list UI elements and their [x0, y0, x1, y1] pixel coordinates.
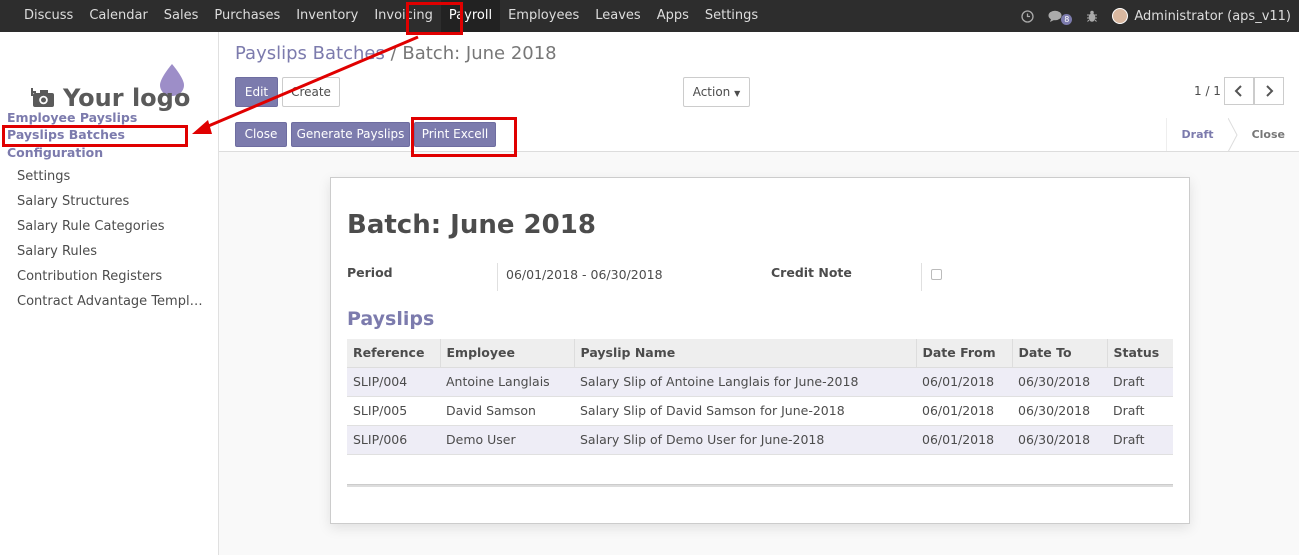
form-sheet: Batch: June 2018 Period 06/01/2018 - 06/…: [330, 177, 1190, 524]
annotation-box-payroll: [406, 2, 463, 35]
field-divider: [921, 263, 922, 291]
column-date-from[interactable]: Date From: [916, 339, 1013, 368]
table-row[interactable]: SLIP/004 Antoine Langlais Salary Slip of…: [347, 367, 1173, 397]
cell-payslip-name: Salary Slip of Antoine Langlais for June…: [574, 367, 916, 397]
field-divider: [497, 263, 498, 291]
breadcrumb-current: Batch: June 2018: [402, 43, 557, 64]
user-menu[interactable]: Administrator (aps_v11): [1112, 8, 1291, 24]
status-draft: Draft: [1181, 128, 1214, 141]
column-reference[interactable]: Reference: [347, 339, 441, 368]
sidebar-item-employee-payslips[interactable]: Employee Payslips: [7, 110, 137, 125]
breadcrumb-parent[interactable]: Payslips Batches: [235, 43, 385, 64]
messages-badge: 8: [1061, 13, 1073, 25]
menu-calendar[interactable]: Calendar: [81, 0, 155, 32]
credit-note-label: Credit Note: [771, 265, 852, 280]
cell-payslip-name: Salary Slip of Demo User for June-2018: [574, 425, 916, 455]
status-divider: [1165, 118, 1167, 152]
pager-value[interactable]: 1 / 1: [1194, 84, 1221, 98]
column-payslip-name[interactable]: Payslip Name: [574, 339, 917, 368]
user-name: Administrator (aps_v11): [1134, 8, 1291, 24]
sidebar: Your logo Employee Payslips Payslips Bat…: [0, 32, 219, 555]
sidebar-item-salary-rule-categories[interactable]: Salary Rule Categories: [17, 219, 164, 234]
table-row[interactable]: SLIP/005 David Samson Salary Slip of Dav…: [347, 396, 1173, 426]
systray: 8 Administrator (aps_v11): [1021, 0, 1291, 32]
annotation-box-print-excel: [411, 117, 517, 157]
pager-next-button[interactable]: [1254, 77, 1284, 105]
caret-down-icon: ▼: [734, 89, 741, 98]
close-batch-button[interactable]: Close: [235, 122, 287, 147]
cell-date-to: 06/30/2018: [1012, 396, 1107, 426]
breadcrumb-separator: /: [390, 43, 397, 64]
page-title: Batch: June 2018: [347, 210, 596, 240]
cell-date-from: 06/01/2018: [916, 425, 1012, 455]
cell-date-from: 06/01/2018: [916, 367, 1012, 397]
generate-payslips-button[interactable]: Generate Payslips: [291, 122, 410, 147]
payslips-table: Reference Employee Payslip Name Date Fro…: [347, 339, 1173, 455]
sidebar-item-contract-advantage-templates[interactable]: Contract Advantage Templ…: [17, 294, 203, 309]
annotation-box-payslips-batches: [2, 125, 188, 147]
table-footer: [347, 484, 1173, 487]
debug-bug-icon[interactable]: [1086, 10, 1098, 23]
cell-reference: SLIP/005: [347, 396, 440, 426]
cell-employee: Demo User: [440, 425, 574, 455]
menu-discuss[interactable]: Discuss: [16, 0, 81, 32]
status-bar: Draft Close: [1165, 118, 1299, 152]
avatar: [1112, 8, 1129, 24]
cell-payslip-name: Salary Slip of David Samson for June-201…: [574, 396, 916, 426]
payslips-section-title: Payslips: [347, 308, 435, 330]
cell-reference: SLIP/006: [347, 425, 440, 455]
breadcrumb: Payslips Batches / Batch: June 2018: [235, 43, 557, 64]
sidebar-item-salary-structures[interactable]: Salary Structures: [17, 194, 129, 209]
cell-date-to: 06/30/2018: [1012, 425, 1107, 455]
menu-sales[interactable]: Sales: [156, 0, 207, 32]
pager-previous-button[interactable]: [1224, 77, 1254, 105]
cell-date-from: 06/01/2018: [916, 396, 1012, 426]
menu-leaves[interactable]: Leaves: [587, 0, 648, 32]
camera-icon: [31, 88, 54, 107]
sidebar-item-configuration[interactable]: Configuration: [7, 145, 103, 160]
menu-purchases[interactable]: Purchases: [206, 0, 288, 32]
clock-icon[interactable]: [1021, 9, 1034, 23]
status-arrow: [1227, 118, 1238, 152]
sidebar-item-contribution-registers[interactable]: Contribution Registers: [17, 269, 162, 284]
company-logo: Your logo: [31, 84, 190, 112]
sidebar-item-salary-rules[interactable]: Salary Rules: [17, 244, 97, 259]
period-value: 06/01/2018 - 06/30/2018: [506, 267, 663, 282]
menu-settings[interactable]: Settings: [697, 0, 766, 32]
create-button[interactable]: Create: [282, 77, 340, 107]
app-menu: Discuss Calendar Sales Purchases Invento…: [16, 0, 766, 32]
period-label: Period: [347, 265, 393, 280]
edit-button[interactable]: Edit: [235, 77, 278, 107]
menu-apps[interactable]: Apps: [649, 0, 697, 32]
top-navbar: Discuss Calendar Sales Purchases Invento…: [0, 0, 1299, 32]
menu-employees[interactable]: Employees: [500, 0, 587, 32]
chevron-left-icon: [1234, 85, 1242, 97]
logo-text: Your logo: [63, 84, 191, 112]
table-header-row: Reference Employee Payslip Name Date Fro…: [347, 339, 1173, 368]
cell-employee: David Samson: [440, 396, 574, 426]
cell-status: Draft: [1107, 396, 1173, 426]
status-close[interactable]: Close: [1238, 118, 1299, 152]
cell-employee: Antoine Langlais: [440, 367, 574, 397]
action-label: Action: [692, 85, 731, 99]
chat-icon[interactable]: 8: [1048, 8, 1073, 25]
credit-note-checkbox[interactable]: [931, 269, 942, 280]
sidebar-item-settings[interactable]: Settings: [17, 169, 70, 184]
cell-date-to: 06/30/2018: [1012, 367, 1107, 397]
action-dropdown[interactable]: Action ▼: [683, 77, 750, 107]
menu-inventory[interactable]: Inventory: [288, 0, 366, 32]
column-employee[interactable]: Employee: [440, 339, 575, 368]
table-row[interactable]: SLIP/006 Demo User Salary Slip of Demo U…: [347, 425, 1173, 455]
chevron-right-icon: [1266, 85, 1274, 97]
cell-status: Draft: [1107, 425, 1173, 455]
cell-status: Draft: [1107, 367, 1173, 397]
cell-reference: SLIP/004: [347, 367, 440, 397]
column-date-to[interactable]: Date To: [1012, 339, 1108, 368]
column-status[interactable]: Status: [1107, 339, 1173, 368]
